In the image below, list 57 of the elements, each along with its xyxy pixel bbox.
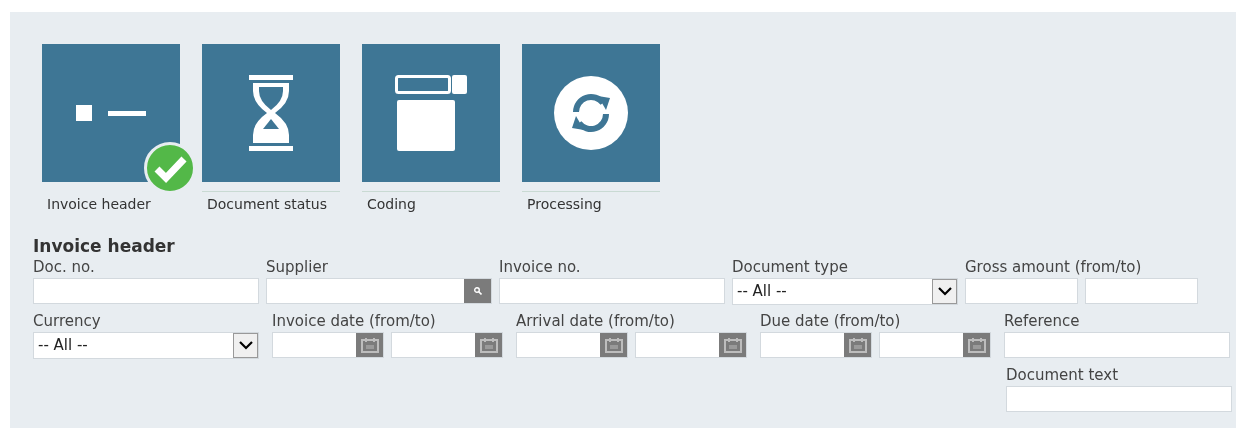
input-field[interactable] bbox=[33, 278, 259, 304]
calendar-button[interactable] bbox=[356, 333, 383, 357]
calendar-button[interactable] bbox=[963, 333, 990, 357]
field-label: Reference bbox=[1004, 311, 1081, 332]
section-title: Invoice header bbox=[33, 235, 176, 257]
calendar-button[interactable] bbox=[475, 333, 502, 357]
calendar-button[interactable] bbox=[719, 333, 746, 357]
step-tile[interactable] bbox=[42, 44, 180, 182]
dropdown-button[interactable] bbox=[932, 279, 957, 304]
header-icon bbox=[76, 105, 146, 121]
date-field[interactable] bbox=[635, 332, 747, 358]
field-label: Arrival date (from/to) bbox=[516, 311, 676, 332]
date-field[interactable] bbox=[272, 332, 384, 358]
step-tile[interactable] bbox=[522, 44, 660, 182]
date-field[interactable] bbox=[879, 332, 991, 358]
field-label: Invoice no. bbox=[499, 257, 582, 278]
calendar-icon bbox=[360, 337, 379, 353]
chevron-down-icon bbox=[238, 341, 253, 350]
date-field[interactable] bbox=[760, 332, 872, 358]
calendar-icon bbox=[848, 337, 867, 353]
calendar-icon bbox=[723, 337, 742, 353]
field-label: Document text bbox=[1006, 365, 1120, 386]
date-field[interactable] bbox=[391, 332, 503, 358]
calendar-icon bbox=[967, 337, 986, 353]
input-field[interactable] bbox=[1004, 332, 1230, 358]
calendar-icon bbox=[479, 337, 498, 353]
step-label: Document status bbox=[206, 195, 328, 214]
calendar-icon bbox=[604, 337, 623, 353]
calendar-button[interactable] bbox=[600, 333, 627, 357]
search-button[interactable] bbox=[464, 279, 491, 303]
chevron-down-icon bbox=[937, 287, 952, 296]
field-label: Due date (from/to) bbox=[760, 311, 902, 332]
input-field[interactable] bbox=[499, 278, 725, 304]
calendar-button[interactable] bbox=[844, 333, 871, 357]
input-field[interactable] bbox=[965, 278, 1078, 304]
dropdown-field[interactable]: -- All -- bbox=[33, 332, 259, 359]
field-label: Supplier bbox=[266, 257, 329, 278]
field-label: Doc. no. bbox=[33, 257, 96, 278]
date-field[interactable] bbox=[516, 332, 628, 358]
field-label: Currency bbox=[33, 311, 102, 332]
refresh-icon bbox=[554, 76, 628, 150]
lookup-field[interactable] bbox=[266, 278, 492, 304]
input-field[interactable] bbox=[1006, 386, 1232, 412]
step-tile[interactable] bbox=[202, 44, 340, 182]
step-label: Invoice header bbox=[46, 195, 152, 214]
step-label: Coding bbox=[366, 195, 417, 214]
hourglass-icon bbox=[249, 75, 293, 151]
dropdown-button[interactable] bbox=[233, 333, 258, 358]
form-icon bbox=[395, 75, 467, 151]
field-label: Invoice date (from/to) bbox=[272, 311, 437, 332]
dropdown-field[interactable]: -- All -- bbox=[732, 278, 958, 305]
field-label: Gross amount (from/to) bbox=[965, 257, 1143, 278]
input-field[interactable] bbox=[1085, 278, 1198, 304]
step-tile[interactable] bbox=[362, 44, 500, 182]
step-label: Processing bbox=[526, 195, 603, 214]
field-label: Document type bbox=[732, 257, 849, 278]
search-icon bbox=[473, 287, 482, 295]
